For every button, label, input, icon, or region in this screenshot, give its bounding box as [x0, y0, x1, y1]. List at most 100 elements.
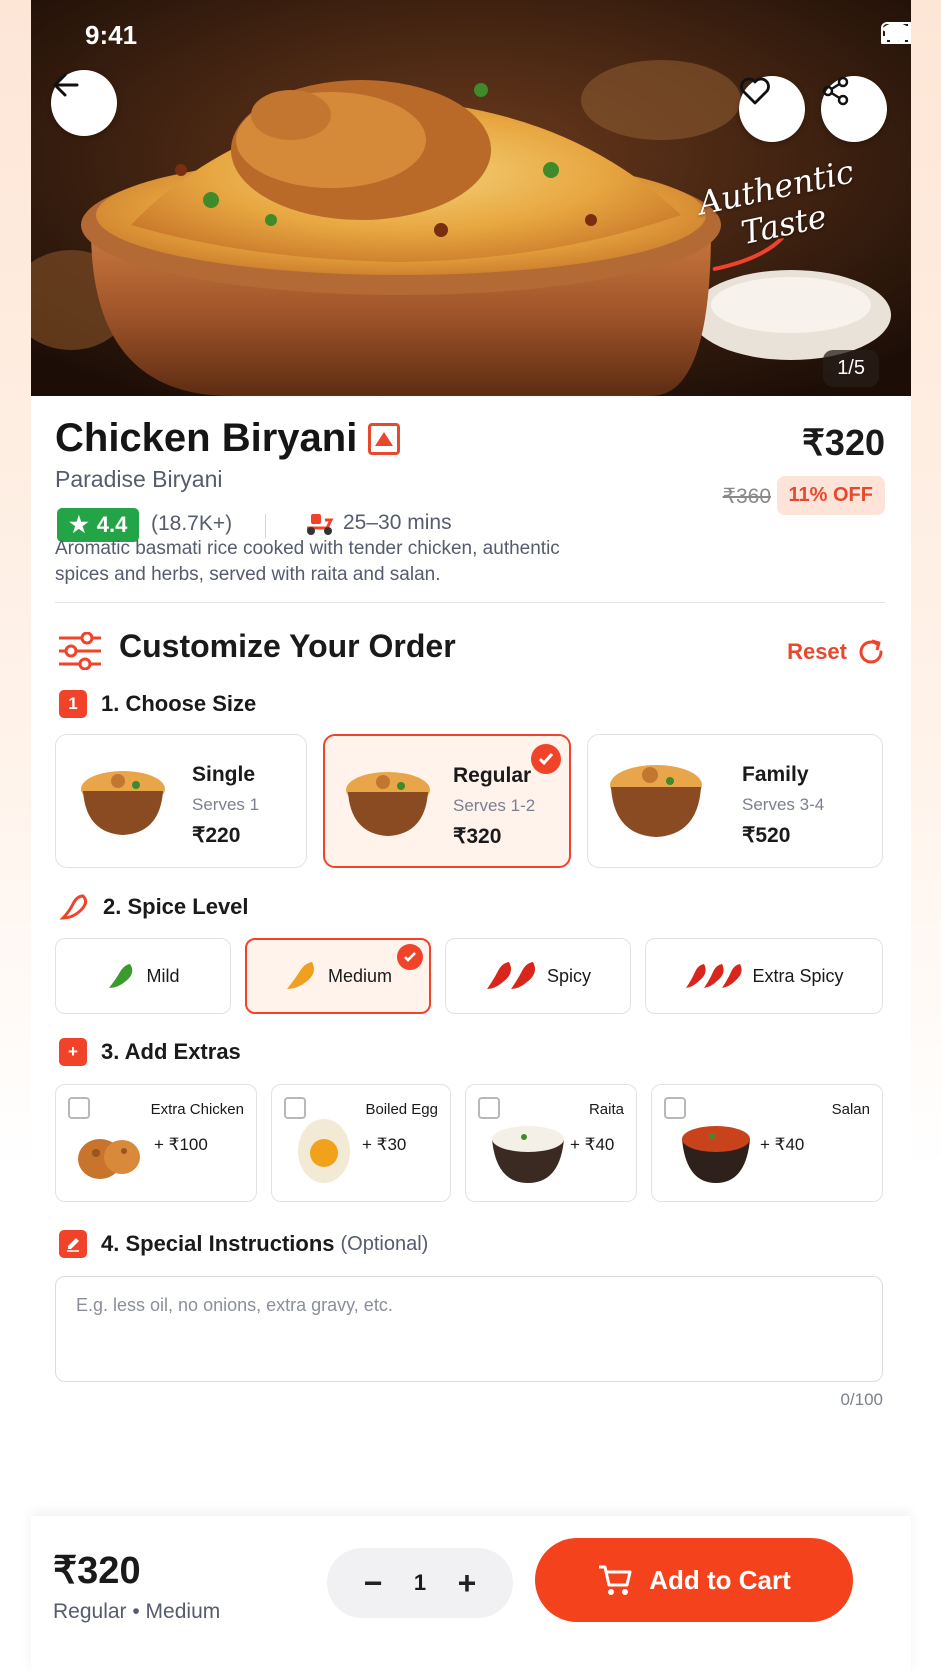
extras-section-header: + 3. Add Extras [59, 1038, 241, 1066]
phone-screen: 9:41 Authentic Taste 1/5 Chicken Biryani… [31, 0, 911, 1672]
extra-option-egg[interactable]: Boiled Egg + ₹30 [271, 1084, 451, 1202]
extra-checkbox[interactable] [664, 1097, 686, 1119]
heart-icon [740, 77, 770, 105]
extra-name: Raita [588, 1101, 624, 1118]
selected-check-icon [531, 744, 561, 774]
dish-title: Chicken Biryani [55, 416, 358, 460]
add-to-cart-button[interactable]: Add to Cart [535, 1538, 853, 1622]
size-price: ₹320 [453, 825, 502, 848]
spice-option-spicy[interactable]: Spicy [445, 938, 631, 1014]
non-veg-icon [368, 423, 400, 455]
extra-name: Salan [831, 1101, 870, 1118]
cart-bar: ₹320 Regular • Medium − 1 + Add to Cart [31, 1516, 911, 1672]
extras-section-title: 3. Add Extras [101, 1039, 241, 1064]
dish-description: Aromatic basmati rice cooked with tender… [55, 538, 560, 585]
edit-icon [59, 1230, 87, 1258]
delivery-info: 25–30 mins [305, 510, 452, 536]
character-count: 0/100 [840, 1390, 883, 1409]
rating-value: 4.4 [96, 512, 128, 537]
extra-name: Extra Chicken [150, 1101, 244, 1118]
share-button[interactable] [821, 76, 887, 142]
size-serves: Serves 1 [192, 795, 260, 814]
spice-section-header: 2. Spice Level [59, 892, 249, 922]
spice-label: Mild [146, 965, 180, 986]
spice-option-medium[interactable]: Medium [245, 938, 431, 1014]
size-name: Regular [453, 764, 532, 787]
original-price: ₹360 [722, 485, 771, 508]
status-bar: 9:41 [31, 0, 911, 68]
instructions-section-header: 4. Special Instructions (Optional) [59, 1230, 428, 1258]
size-serves: Serves 1-2 [453, 796, 536, 815]
size-price: ₹220 [192, 824, 241, 847]
triple-chili-icon [686, 964, 743, 988]
reset-label: Reset [787, 639, 847, 664]
spice-section-title: 2. Spice Level [103, 894, 249, 919]
extra-price: + ₹30 [362, 1135, 407, 1154]
red-chili-icon [486, 962, 535, 989]
arrow-left-icon [53, 73, 79, 97]
chicken-image [78, 1139, 140, 1179]
extra-price: + ₹40 [760, 1135, 805, 1154]
rating-count[interactable]: (18.7K+) [151, 512, 232, 536]
extra-option-salan[interactable]: Salan + ₹40 [651, 1084, 883, 1202]
size-section-title: 1. Choose Size [101, 691, 257, 716]
restaurant-name[interactable]: Paradise Biryani [55, 466, 222, 493]
dish-details-card: Chicken Biryani Paradise Biryani ★ 4.4 (… [31, 396, 911, 1516]
extra-name: Boiled Egg [365, 1101, 438, 1118]
favorite-button[interactable] [739, 76, 805, 142]
status-time: 9:41 [85, 20, 138, 50]
section-number-badge: 1 [59, 690, 87, 718]
divider [265, 514, 266, 538]
boiled-egg-image [298, 1119, 350, 1183]
cart-total-price: ₹320 [53, 1550, 141, 1592]
add-to-cart-label: Add to Cart [649, 1564, 791, 1595]
increase-quantity-button[interactable]: + [439, 1555, 495, 1611]
spice-label: Medium [327, 965, 393, 986]
biryani-bowl-image [610, 765, 702, 837]
orange-chili-icon [286, 962, 314, 989]
scooter-icon [307, 514, 334, 535]
green-chili-icon [109, 964, 133, 988]
refresh-icon [859, 639, 883, 664]
spice-option-mild[interactable]: Mild [55, 938, 231, 1014]
special-instructions-input[interactable] [55, 1276, 883, 1382]
dish-price: ₹320 [802, 422, 885, 463]
reset-button[interactable]: Reset [787, 638, 885, 666]
size-serves: Serves 3-4 [742, 795, 825, 814]
size-option-regular[interactable]: Regular Serves 1-2 ₹320 [323, 734, 571, 868]
share-icon [822, 76, 849, 106]
biryani-bowl-image [346, 772, 430, 836]
quantity-stepper: − 1 + [327, 1548, 513, 1618]
delivery-time: 25–30 mins [343, 511, 452, 534]
spice-option-extra-spicy[interactable]: Extra Spicy [645, 938, 883, 1014]
instructions-section-title: 4. Special Instructions [101, 1231, 335, 1256]
spice-label: Extra Spicy [752, 965, 844, 986]
decrease-quantity-button[interactable]: − [345, 1555, 401, 1611]
extra-option-raita[interactable]: Raita + ₹40 [465, 1084, 637, 1202]
sliders-icon [59, 632, 101, 670]
battery-icon [881, 22, 911, 44]
size-option-family[interactable]: Family Serves 3-4 ₹520 [587, 734, 883, 868]
cart-icon [599, 1565, 632, 1595]
raita-bowl-image [492, 1126, 564, 1183]
chili-icon [59, 894, 88, 920]
quantity-value: 1 [413, 1570, 427, 1595]
back-button[interactable] [51, 70, 117, 136]
customize-title: Customize Your Order [119, 628, 456, 664]
section-divider [55, 602, 885, 603]
star-icon: ★ [69, 512, 89, 537]
size-name: Single [192, 763, 256, 786]
extra-option-chicken[interactable]: Extra Chicken + ₹100 [55, 1084, 257, 1202]
size-option-single[interactable]: Single Serves 1 ₹220 [55, 734, 307, 868]
extra-price: + ₹40 [570, 1135, 615, 1154]
size-section-header: 1 1. Choose Size [59, 690, 256, 718]
selected-check-icon [397, 944, 423, 970]
discount-badge: 11% OFF [776, 476, 885, 515]
hero-image-carousel[interactable]: 9:41 Authentic Taste 1/5 [31, 0, 911, 396]
spice-label: Spicy [546, 965, 591, 986]
extra-checkbox[interactable] [478, 1097, 500, 1119]
extra-checkbox[interactable] [68, 1097, 90, 1119]
size-name: Family [742, 763, 809, 786]
salan-bowl-image [682, 1126, 750, 1183]
image-counter: 1/5 [823, 350, 879, 387]
